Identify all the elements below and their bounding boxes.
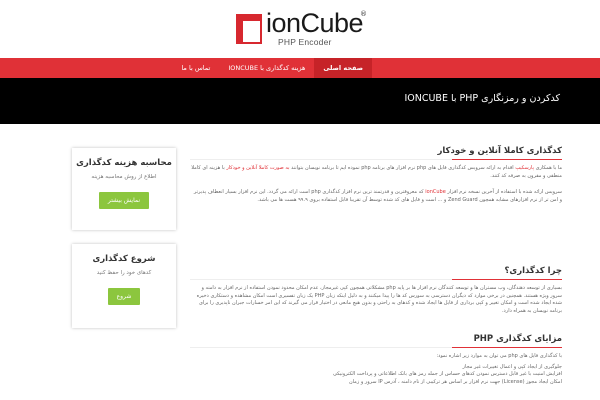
ioncube-logo-mark-icon <box>236 14 262 44</box>
cost-calculator-text: اطلاع از روش محاسبه هزینه <box>91 174 157 180</box>
list-item: افزایش امنیت با غیر قابل دسترس نمودن کده… <box>332 371 562 377</box>
section-why-encode: چرا کدگذاری؟ بسیاری از توسعه دهندگان، وب… <box>190 266 562 315</box>
registered-mark: ® <box>360 10 367 18</box>
paragraph: با کدگذاری فایل های php می توان به موارد… <box>436 353 562 359</box>
section-benefits: مزایای کدگذاری PHP با کدگذاری فایل های p… <box>190 334 562 386</box>
cost-calculator-box: محاسبه هزینه کدگذاری اطلاع از روش محاسبه… <box>72 148 176 230</box>
main-nav: صفحه اصلی هزینه کدگذاری با IONCUBE تماس … <box>0 58 600 78</box>
text: اقدام به ارائه سرویس کدگذاری فایل های ph… <box>361 165 514 171</box>
nav-item-encoding-cost[interactable]: هزینه کدگذاری با IONCUBE <box>219 58 314 78</box>
text: سرویس ارائه شده با استفاده از آخرین نسخه… <box>447 189 562 195</box>
start-encoding-text: کدهای خود را حفظ کنید <box>96 270 152 276</box>
text: ما با همکاری <box>535 165 562 171</box>
start-encoding-title: شروع کدگذاری <box>92 254 156 264</box>
text: نموده ایم تا برنامه نویسان بتوانند <box>291 165 360 171</box>
section-title-text: کدگذاری کاملا آنلاین و خودکار <box>437 146 562 156</box>
section-title: کدگذاری کاملا آنلاین و خودکار <box>190 146 562 160</box>
start-button[interactable]: شروع <box>107 288 141 305</box>
section-title-text: چرا کدگذاری؟ <box>504 266 562 276</box>
logo-name: ionCube <box>266 8 364 38</box>
ioncube-link[interactable]: ionCube <box>425 189 446 195</box>
list-item: جلوگیری از ایجاد کپی و اعمال تغییرات غیر… <box>462 363 562 370</box>
section-online-encoding: کدگذاری کاملا آنلاین و خودکار ما با همکا… <box>190 146 562 204</box>
cost-calculator-title: محاسبه هزینه کدگذاری <box>76 158 172 168</box>
section-title-text: مزایای کدگذاری PHP <box>473 334 562 344</box>
nav-item-contact[interactable]: تماس با ما <box>172 58 219 78</box>
site-header: ionCube ® PHP Encoder <box>0 0 600 58</box>
ioncube-logo[interactable]: ionCube ® PHP Encoder <box>236 8 367 48</box>
online-automatic-link[interactable]: به صورت کاملا آنلاین و خودکار <box>226 165 289 171</box>
page-banner: کدکردن و رمزنگاری PHP با IONCUBE <box>0 78 600 124</box>
parscape-link[interactable]: پارسکیپ <box>515 165 534 171</box>
logo-subtitle: PHP Encoder <box>278 37 332 47</box>
paragraph: سرویس ارائه شده با استفاده از آخرین نسخه… <box>190 189 562 204</box>
banner-title: کدکردن و رمزنگاری PHP با IONCUBE <box>404 93 560 104</box>
show-more-button[interactable]: نمایش بیشتر <box>98 192 150 209</box>
title-underline <box>452 347 562 348</box>
nav-item-home[interactable]: صفحه اصلی <box>314 58 372 78</box>
paragraph: ما با همکاری پارسکیپ اقدام به ارائه سروی… <box>190 165 562 180</box>
section-title: مزایای کدگذاری PHP <box>190 334 562 348</box>
paragraph: بسیاری از توسعه دهندگان، وب مستران ها و … <box>196 285 562 314</box>
list-item: امکان ایجاد مجوز (License) جهت نرم افزار… <box>348 378 562 385</box>
start-encoding-box: شروع کدگذاری کدهای خود را حفظ کنید شروع <box>72 244 176 328</box>
title-underline <box>452 279 562 280</box>
title-underline <box>452 159 562 160</box>
section-title: چرا کدگذاری؟ <box>190 266 562 280</box>
